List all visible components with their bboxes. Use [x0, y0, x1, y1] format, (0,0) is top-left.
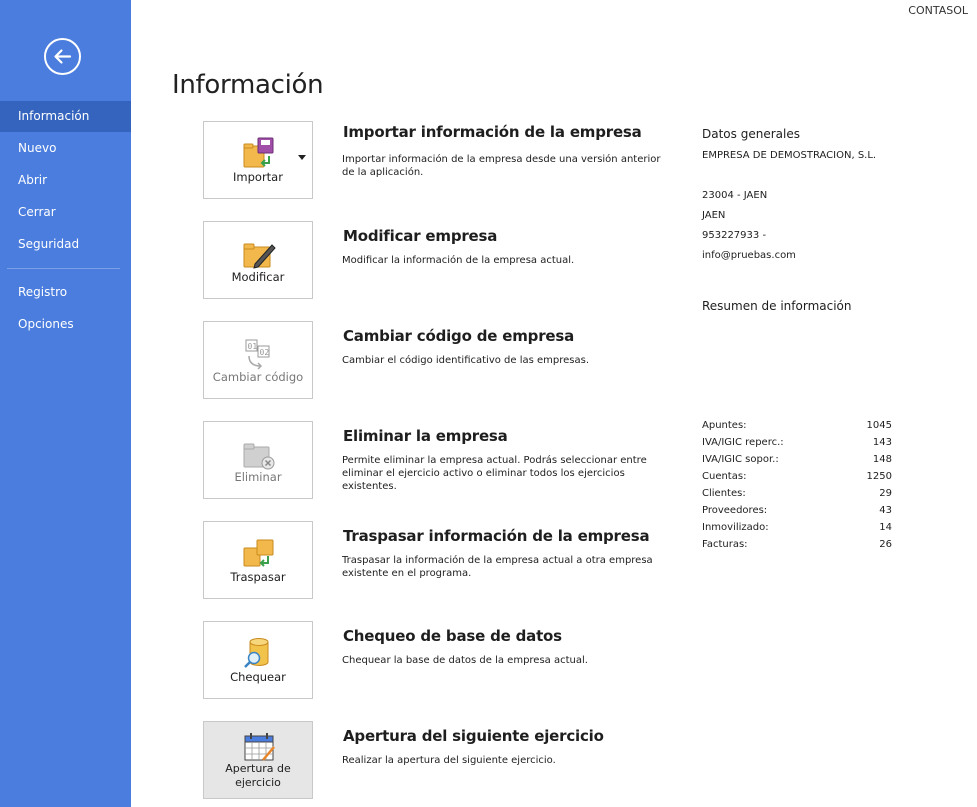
action-title-eliminar: Eliminar la empresa	[343, 427, 508, 445]
change-code-button[interactable]: 01 02 Cambiar código	[203, 321, 313, 399]
delete-button-label: Eliminar	[234, 470, 282, 484]
nav-item-abrir[interactable]: Abrir	[0, 165, 131, 196]
action-desc-cambiar-codigo: Cambiar el código identificativo de las …	[342, 355, 590, 366]
modify-button[interactable]: Modificar	[203, 221, 313, 299]
action-desc-apertura: Realizar la apertura del siguiente ejerc…	[342, 755, 556, 766]
summary-row: IVA/IGIC sopor.: 148	[702, 451, 892, 468]
chevron-down-icon[interactable]	[298, 155, 306, 160]
summary-row: Inmovilizado: 14	[702, 519, 892, 536]
transfer-button-label: Traspasar	[230, 570, 286, 584]
action-title-modificar: Modificar empresa	[343, 227, 498, 245]
svg-text:01: 01	[248, 342, 258, 351]
summary-label: Clientes:	[702, 488, 746, 499]
nav-item-seguridad[interactable]: Seguridad	[0, 229, 131, 260]
summary-value: 43	[879, 505, 892, 516]
summary-value: 26	[879, 539, 892, 550]
page-title: Información	[172, 70, 324, 100]
action-title-apertura: Apertura del siguiente ejercicio	[343, 727, 604, 745]
summary-label: Cuentas:	[702, 471, 747, 482]
action-title-cambiar-codigo: Cambiar código de empresa	[343, 327, 575, 345]
action-desc-modificar: Modificar la información de la empresa a…	[342, 255, 575, 266]
action-title-importar: Importar información de la empresa	[343, 123, 642, 141]
action-title-chequeo: Chequeo de base de datos	[343, 627, 562, 645]
sidebar: Información Nuevo Abrir Cerrar Seguridad…	[0, 0, 131, 807]
summary-value: 143	[872, 437, 892, 448]
arrow-left-icon	[54, 49, 72, 64]
modify-button-label: Modificar	[231, 270, 285, 284]
open-fiscal-year-button[interactable]: Apertura de ejercicio	[203, 721, 313, 799]
delete-button[interactable]: Eliminar	[203, 421, 313, 499]
check-database-button-label: Chequear	[230, 670, 286, 684]
company-phone: 953227933 -	[702, 230, 767, 241]
summary-row: Facturas: 26	[702, 536, 892, 553]
summary-value: 14	[879, 522, 892, 533]
action-desc-traspasar: Traspasar la información de la empresa a…	[342, 555, 653, 579]
summary-label: Facturas:	[702, 539, 748, 550]
calendar-open-icon	[244, 733, 275, 761]
edit-folder-icon	[243, 243, 276, 269]
change-code-button-label: Cambiar código	[212, 370, 304, 384]
summary-value: 29	[879, 488, 892, 499]
change-code-icon: 01 02	[245, 339, 270, 370]
summary-row: Cuentas: 1250	[702, 468, 892, 485]
back-button[interactable]	[44, 38, 81, 75]
summary-label: IVA/IGIC sopor.:	[702, 454, 779, 465]
nav-divider	[7, 268, 120, 269]
company-email: info@pruebas.com	[702, 250, 796, 261]
open-fiscal-year-button-label: Apertura de ejercicio	[225, 762, 291, 789]
summary-value: 1045	[866, 420, 892, 431]
app-brand: CONTASOL	[908, 4, 968, 17]
nav-item-registro[interactable]: Registro	[0, 277, 131, 308]
company-city: JAEN	[702, 210, 726, 221]
database-check-icon	[244, 638, 269, 668]
summary-heading: Resumen de información	[702, 299, 852, 313]
import-folder-icon	[243, 137, 274, 168]
nav-item-nuevo[interactable]: Nuevo	[0, 133, 131, 164]
summary-value: 148	[872, 454, 892, 465]
delete-folder-icon	[243, 443, 275, 470]
import-button-label: Importar	[233, 170, 283, 184]
check-database-button[interactable]: Chequear	[203, 621, 313, 699]
import-button[interactable]: Importar	[203, 121, 313, 199]
summary-label: IVA/IGIC reperc.:	[702, 437, 784, 448]
general-data-heading: Datos generales	[702, 127, 800, 141]
company-postal: 23004 - JAEN	[702, 190, 768, 201]
summary-row: Clientes: 29	[702, 485, 892, 502]
action-title-traspasar: Traspasar información de la empresa	[343, 527, 650, 545]
svg-text:02: 02	[260, 348, 270, 357]
summary-row: Proveedores: 43	[702, 502, 892, 519]
transfer-folder-icon	[243, 539, 274, 567]
summary-table: Apuntes: 1045 IVA/IGIC reperc.: 143 IVA/IG…	[702, 417, 892, 553]
action-desc-eliminar: Permite eliminar la empresa actual. Podr…	[342, 455, 647, 492]
nav-item-cerrar[interactable]: Cerrar	[0, 197, 131, 228]
transfer-button[interactable]: Traspasar	[203, 521, 313, 599]
company-name: EMPRESA DE DEMOSTRACION, S.L.	[702, 150, 877, 161]
summary-label: Apuntes:	[702, 420, 747, 431]
nav-item-informacion[interactable]: Información	[0, 101, 131, 132]
summary-value: 1250	[866, 471, 892, 482]
nav-item-opciones[interactable]: Opciones	[0, 309, 131, 340]
action-desc-importar: Importar información de la empresa desde…	[342, 154, 661, 178]
action-desc-chequeo: Chequear la base de datos de la empresa …	[342, 655, 588, 666]
summary-label: Inmovilizado:	[702, 522, 769, 533]
summary-row: Apuntes: 1045	[702, 417, 892, 434]
summary-label: Proveedores:	[702, 505, 768, 516]
summary-row: IVA/IGIC reperc.: 143	[702, 434, 892, 451]
